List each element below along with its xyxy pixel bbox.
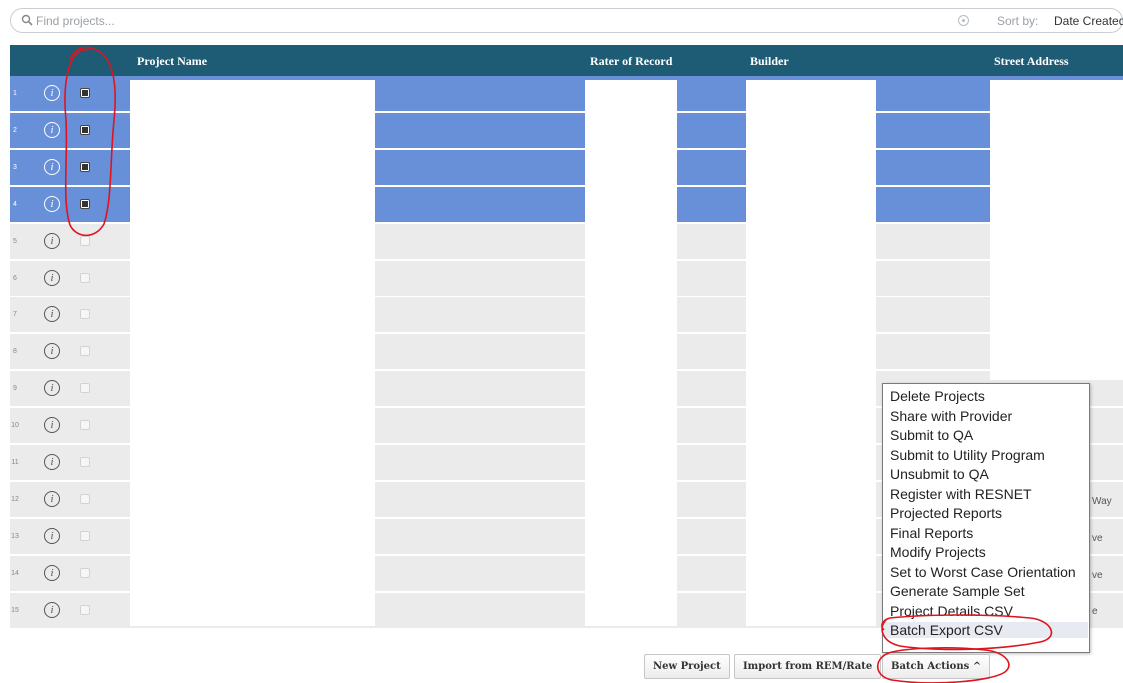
info-icon[interactable]: i [44,454,60,470]
menu-item-submit-to-qa[interactable]: Submit to QA [890,427,973,443]
row-number: 10 [11,422,19,430]
row-checkbox[interactable] [80,346,90,357]
search-bar: Sort by: Date Created [10,8,1123,33]
info-icon[interactable]: i [44,158,60,175]
address-fragment: ve [1092,533,1103,544]
search-icon [21,14,33,26]
row-number: 2 [13,126,17,134]
row-checkbox[interactable] [80,309,90,320]
menu-item-modify-projects[interactable]: Modify Projects [890,544,986,560]
row-number: 14 [11,569,19,577]
row-number: 6 [13,274,17,282]
row-checkbox[interactable] [80,420,90,431]
info-icon[interactable]: i [44,195,60,212]
row-checkbox[interactable] [80,124,90,135]
info-icon[interactable]: i [44,232,60,249]
search-input[interactable] [36,12,636,30]
row-number: 3 [13,163,17,171]
row-number: 13 [11,532,19,540]
redacted-builder-column [746,80,876,626]
clear-search-icon[interactable] [958,15,969,26]
menu-item-projected-reports[interactable]: Projected Reports [890,505,1002,521]
menu-item-submit-to-utility-program[interactable]: Submit to Utility Program [890,447,1045,463]
row-number: 9 [13,385,17,393]
row-number: 5 [13,237,17,245]
row-checkbox[interactable] [80,604,90,615]
row-number: 1 [13,90,17,97]
row-checkbox[interactable] [80,88,90,98]
menu-item-batch-export-csv[interactable]: Batch Export CSV [884,622,1088,638]
info-icon[interactable]: i [44,343,60,360]
row-checkbox[interactable] [80,161,90,172]
row-number: 11 [11,459,19,466]
row-checkbox[interactable] [80,457,90,467]
row-checkbox[interactable] [80,530,90,541]
info-icon[interactable]: i [44,490,60,507]
row-number: 12 [11,495,19,503]
row-number: 8 [13,348,17,356]
batch-actions-button[interactable]: Batch Actions ^ [882,654,991,679]
menu-item-final-reports[interactable]: Final Reports [890,525,973,541]
info-icon[interactable]: i [44,306,60,323]
column-header-builder[interactable]: Builder [750,54,789,69]
column-header-project-name[interactable]: Project Name [137,54,207,69]
import-rem-rate-button[interactable]: Import from REM/Rate [734,654,882,679]
row-checkbox[interactable] [80,198,90,209]
table-header: Project Name Rater of Record Builder Str… [10,45,1123,76]
info-icon[interactable]: i [44,417,60,434]
sort-label: Sort by: [997,14,1039,28]
redacted-rater-column [585,80,677,626]
menu-item-delete-projects[interactable]: Delete Projects [890,388,985,404]
menu-item-register-with-resnet[interactable]: Register with RESNET [890,486,1032,502]
menu-item-project-details-csv[interactable]: Project Details CSV [890,603,1013,619]
redacted-project-names [130,80,375,626]
menu-item-set-to-worst-case-orientation[interactable]: Set to Worst Case Orientation [890,564,1076,580]
info-icon[interactable]: i [44,121,60,138]
row-checkbox[interactable] [80,272,90,283]
row-number: 7 [13,311,17,319]
info-icon[interactable]: i [44,601,60,618]
row-checkbox[interactable] [80,235,90,246]
row-checkbox[interactable] [80,567,90,578]
info-icon[interactable]: i [44,564,60,581]
row-checkbox[interactable] [80,493,90,504]
batch-actions-menu: Delete Projects Share with Provider Submit… [882,383,1090,653]
address-fragment: e [1092,606,1098,617]
new-project-button[interactable]: New Project [644,654,730,679]
sort-dropdown[interactable]: Date Created [1054,14,1123,28]
column-header-street-address[interactable]: Street Address [994,54,1069,69]
redacted-address-column [990,80,1123,380]
row-number: 15 [11,606,19,614]
info-icon[interactable]: i [44,380,60,397]
row-number: 4 [13,200,17,208]
row-checkbox[interactable] [80,383,90,394]
address-fragment: Way [1092,496,1112,507]
info-icon[interactable]: i [44,269,60,286]
column-header-rater-of-record[interactable]: Rater of Record [590,54,672,69]
menu-item-share-with-provider[interactable]: Share with Provider [890,408,1012,424]
menu-item-unsubmit-to-qa[interactable]: Unsubmit to QA [890,466,989,482]
address-fragment: ve [1092,570,1103,581]
info-icon[interactable]: i [44,527,60,544]
menu-item-generate-sample-set[interactable]: Generate Sample Set [890,583,1025,599]
info-icon[interactable]: i [44,85,60,101]
